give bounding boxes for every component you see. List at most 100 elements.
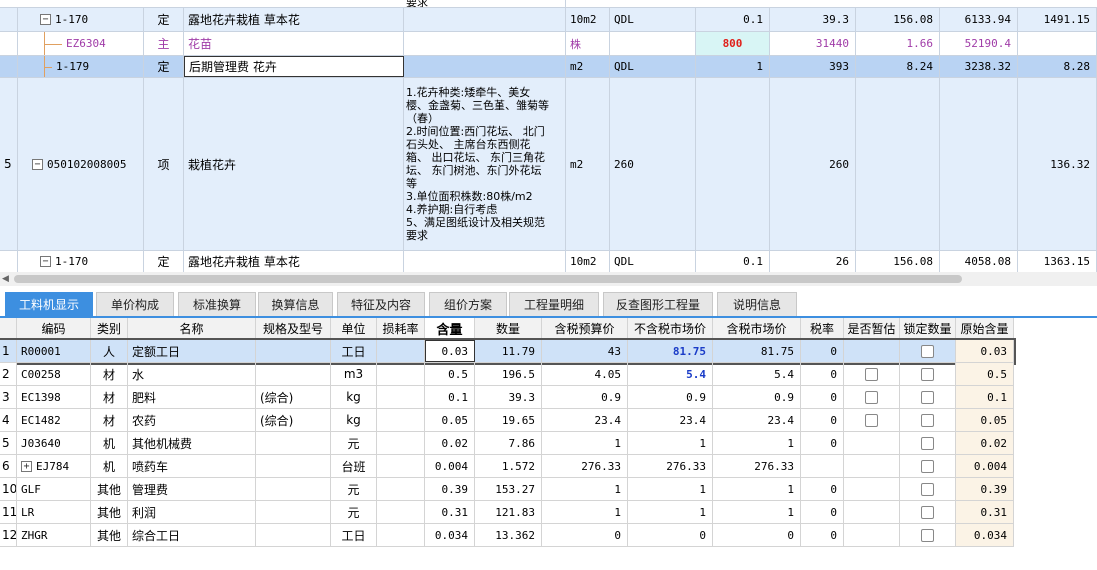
column-header-tax[interactable]: 税率 xyxy=(801,318,844,339)
table-cell-no[interactable]: 1 xyxy=(0,340,17,362)
table-cell-loss[interactable] xyxy=(377,432,425,454)
table-cell-qty[interactable]: 196.5 xyxy=(475,363,542,385)
tab-7[interactable]: 反查图形工程量 xyxy=(603,292,713,316)
grid-cell-price[interactable]: 31440 xyxy=(770,32,856,55)
table-cell-tax[interactable]: 0 xyxy=(801,478,844,500)
table-cell-orig[interactable]: 0.1 xyxy=(956,386,1014,408)
table-cell-code[interactable]: R00001 xyxy=(17,340,91,362)
column-header-budget[interactable]: 含税预算价 xyxy=(542,318,628,339)
column-header-mkt-ex[interactable]: 不含税市场价 xyxy=(628,318,713,339)
grid-cell-price[interactable]: 260 xyxy=(770,78,856,250)
table-cell-est[interactable] xyxy=(844,340,900,362)
grid-cell-no[interactable] xyxy=(0,8,18,31)
table-cell-content[interactable]: 0.5 xyxy=(425,363,475,385)
lock-checkbox[interactable] xyxy=(921,413,934,427)
lock-checkbox[interactable] xyxy=(921,528,934,542)
table-row[interactable]: 5 J03640 机其他机械费元 0.02 7.86 1 1 1 0 0.02 xyxy=(0,432,1014,455)
table-cell-loss[interactable] xyxy=(377,478,425,500)
grid-cell-unit[interactable]: m2 xyxy=(566,78,610,250)
table-cell-no[interactable]: 12 xyxy=(0,524,17,546)
table-cell-content[interactable]: 0.31 xyxy=(425,501,475,523)
grid-row[interactable]: 5−050102008005 项栽植花卉 1.花卉种类:矮牵牛、美女 樱、金盏菊、三色… xyxy=(0,78,1097,251)
grid-cell-qty[interactable] xyxy=(696,78,770,250)
grid-cell-labor[interactable]: 1491.15 xyxy=(1018,8,1097,31)
table-cell-no[interactable]: 5 xyxy=(0,432,17,454)
table-cell-mkt-in[interactable]: 5.4 xyxy=(713,363,801,385)
lock-checkbox[interactable] xyxy=(921,367,934,381)
estimate-checkbox[interactable] xyxy=(865,367,878,381)
table-cell-code[interactable]: EC1398 xyxy=(17,386,91,408)
tab-4[interactable]: 特征及内容 xyxy=(337,292,425,316)
table-cell-cat[interactable]: 机 xyxy=(91,455,128,477)
grid-cell-qty-expr[interactable]: QDL xyxy=(610,8,696,31)
table-cell-budget[interactable]: 1 xyxy=(542,432,628,454)
table-cell-mkt-ex[interactable]: 23.4 xyxy=(628,409,713,431)
grid-cell-total[interactable]: 52190.4 xyxy=(940,32,1018,55)
grid-cell-qty[interactable]: 800 xyxy=(696,32,770,55)
grid-cell-labor[interactable]: 8.28 xyxy=(1018,56,1097,77)
table-cell-unit[interactable]: 元 xyxy=(331,501,377,523)
column-header-content[interactable]: 含量 xyxy=(425,318,475,339)
table-cell-content[interactable]: 0.05 xyxy=(425,409,475,431)
table-cell-lock[interactable] xyxy=(900,363,956,385)
table-cell-mkt-ex[interactable]: 0 xyxy=(628,524,713,546)
lock-checkbox[interactable] xyxy=(921,505,934,519)
table-cell-qty[interactable]: 7.86 xyxy=(475,432,542,454)
column-header-cat[interactable]: 类别 xyxy=(91,318,128,339)
grid-cell-unit[interactable]: m2 xyxy=(566,56,610,77)
table-cell-unit[interactable]: kg xyxy=(331,409,377,431)
table-cell-spec[interactable] xyxy=(256,501,331,523)
table-cell-cat[interactable]: 其他 xyxy=(91,478,128,500)
table-cell-content[interactable]: 0.004 xyxy=(425,455,475,477)
grid-cell-rate[interactable]: 156.08 xyxy=(856,251,940,272)
table-cell-orig[interactable]: 0.39 xyxy=(956,478,1014,500)
table-cell-unit[interactable]: m3 xyxy=(331,363,377,385)
grid-cell-qty[interactable]: 0.1 xyxy=(696,8,770,31)
table-cell-loss[interactable] xyxy=(377,455,425,477)
table-cell-mkt-in[interactable]: 1 xyxy=(713,432,801,454)
table-cell-budget[interactable]: 43 xyxy=(542,340,628,362)
grid-cell-desc[interactable]: 1.花卉种类:矮牵牛、美女 樱、金盏菊、三色堇、雏菊等 （春） 2.时间位置:西门花坛… xyxy=(404,78,566,250)
table-cell-loss[interactable] xyxy=(377,340,425,362)
grid-cell-desc[interactable] xyxy=(404,8,566,31)
table-cell-tax[interactable]: 0 xyxy=(801,409,844,431)
table-row[interactable]: 10 GLF 其他 管理费元 0.39 153.27 1 1 1 0 0.39 xyxy=(0,478,1014,501)
table-cell-est[interactable] xyxy=(844,478,900,500)
grid-cell-total[interactable]: 6133.94 xyxy=(940,8,1018,31)
table-cell-tax[interactable]: 0 xyxy=(801,432,844,454)
tab-2[interactable]: 标准换算 xyxy=(178,292,256,316)
table-cell-cat[interactable]: 材 xyxy=(91,409,128,431)
table-cell-lock[interactable] xyxy=(900,524,956,546)
table-cell-budget[interactable]: 1 xyxy=(542,478,628,500)
table-cell-content[interactable]: 0.03 xyxy=(425,340,475,362)
table-cell-spec[interactable]: (综合) xyxy=(256,386,331,408)
table-row[interactable]: 4 EC1482 材农药 (综合) kg 0.05 19.65 23.4 23.4 23.4 0 0.… xyxy=(0,409,1014,432)
table-cell-unit[interactable]: 元 xyxy=(331,478,377,500)
collapse-icon[interactable]: − xyxy=(40,14,51,25)
table-cell-mkt-ex[interactable]: 276.33 xyxy=(628,455,713,477)
estimate-checkbox[interactable] xyxy=(865,390,878,404)
table-cell-name[interactable]: 利润 xyxy=(128,501,256,523)
grid-cell-type[interactable]: 定 xyxy=(144,251,184,272)
table-cell-content[interactable]: 0.1 xyxy=(425,386,475,408)
table-cell-no[interactable]: 2 xyxy=(0,363,17,385)
table-cell-lock[interactable] xyxy=(900,455,956,477)
collapse-icon[interactable]: − xyxy=(32,158,43,170)
column-header-loss[interactable]: 损耗率 xyxy=(377,318,425,339)
table-cell-tax[interactable]: 0 xyxy=(801,363,844,385)
tab-6[interactable]: 工程量明细 xyxy=(509,292,599,316)
table-cell-loss[interactable] xyxy=(377,386,425,408)
table-cell-lock[interactable] xyxy=(900,386,956,408)
table-cell-unit[interactable]: 元 xyxy=(331,432,377,454)
column-header-orig[interactable]: 原始含量 xyxy=(956,318,1014,339)
grid-cell-name[interactable]: 露地花卉栽植 草本花 xyxy=(184,8,404,31)
grid-cell-labor[interactable] xyxy=(1018,32,1097,55)
collapse-icon[interactable]: − xyxy=(40,256,51,267)
table-cell-budget[interactable]: 0.9 xyxy=(542,386,628,408)
table-cell-cat[interactable]: 其他 xyxy=(91,501,128,523)
table-cell-no[interactable]: 11 xyxy=(0,501,17,523)
grid-cell-qty-expr[interactable]: 260 xyxy=(610,78,696,250)
grid-cell-unit[interactable]: 10m2 xyxy=(566,251,610,272)
table-cell-est[interactable] xyxy=(844,432,900,454)
column-header-est[interactable]: 是否暂估 xyxy=(844,318,900,339)
